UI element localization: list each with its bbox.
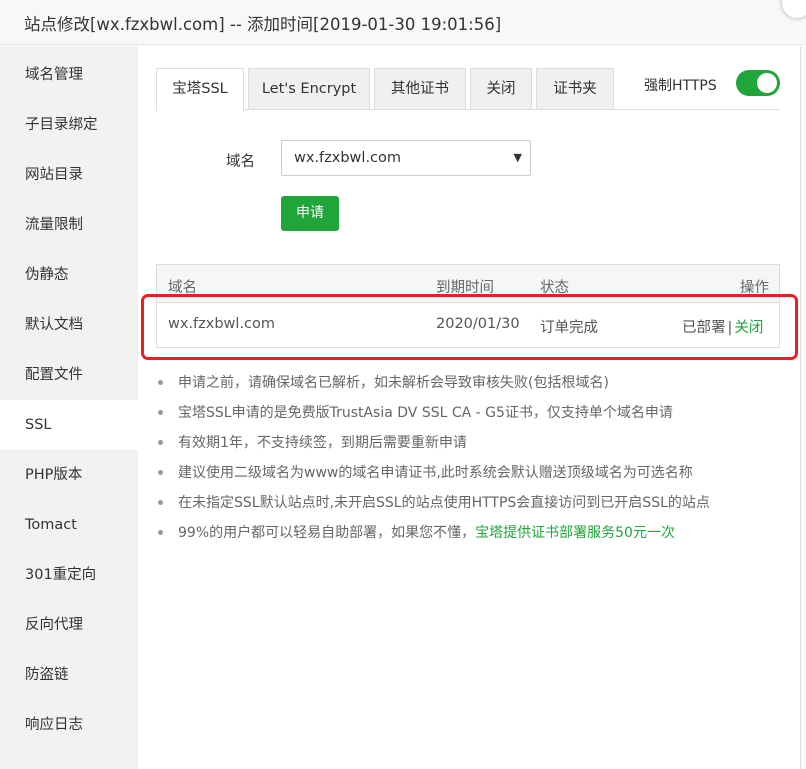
force-https-toggle[interactable] xyxy=(736,70,780,96)
note-text: 建议使用二级域名为www的域名申请证书,此时系统会默认赠送顶级域名为可选名称 xyxy=(178,465,693,481)
site-settings-dialog: 站点修改[wx.fzxbwl.com] -- 添加时间[2019-01-30 1… xyxy=(0,0,806,769)
dialog-close-icon[interactable] xyxy=(782,0,806,18)
dialog-title: 站点修改[wx.fzxbwl.com] -- 添加时间[2019-01-30 1… xyxy=(24,15,502,34)
domain-select[interactable]: wx.fzxbwl.com ▼ xyxy=(281,140,531,176)
sidebar-item-site-directory[interactable]: 网站目录 xyxy=(0,150,138,200)
tabs-divider xyxy=(156,109,780,110)
note-item: 申请之前，请确保域名已解析，如未解析会导致审核失败(包括根域名) xyxy=(154,368,794,398)
sidebar-item-hotlink-protection[interactable]: 防盗链 xyxy=(0,650,138,700)
bullet-icon xyxy=(158,530,163,535)
ssl-notes: 申请之前，请确保域名已解析，如未解析会导致审核失败(包括根域名) 宝塔SSL申请… xyxy=(154,368,794,548)
deploy-service-link[interactable]: 宝塔提供证书部署服务50元一次 xyxy=(475,525,675,541)
force-https-label: 强制HTTPS xyxy=(644,78,717,94)
tab-baota-ssl[interactable]: 宝塔SSL xyxy=(156,68,244,111)
sidebar-item-domain-management[interactable]: 域名管理 xyxy=(0,50,138,100)
sidebar-item-php-version[interactable]: PHP版本 xyxy=(0,450,138,500)
note-item: 宝塔SSL申请的是免费版TrustAsia DV SSL CA - G5证书，仅… xyxy=(154,398,794,428)
bullet-icon xyxy=(158,410,163,415)
sidebar-item-config-file[interactable]: 配置文件 xyxy=(0,350,138,400)
note-item: 99%的用户都可以轻易自助部署，如果您不懂，宝塔提供证书部署服务50元一次 xyxy=(154,518,794,548)
sidebar-item-reverse-proxy[interactable]: 反向代理 xyxy=(0,600,138,650)
sidebar-item-default-document[interactable]: 默认文档 xyxy=(0,300,138,350)
sidebar-item-tomcat[interactable]: Tomact xyxy=(0,500,138,550)
sidebar-item-subdirectory-binding[interactable]: 子目录绑定 xyxy=(0,100,138,150)
domain-label: 域名 xyxy=(226,154,255,170)
toggle-knob xyxy=(757,73,777,93)
tab-other-certificates[interactable]: 其他证书 xyxy=(374,68,466,110)
caret-down-icon: ▼ xyxy=(513,151,522,164)
sidebar: 域名管理 子目录绑定 网站目录 流量限制 伪静态 默认文档 配置文件 SSL P… xyxy=(0,46,138,769)
sidebar-item-ssl[interactable]: SSL xyxy=(0,400,138,450)
sidebar-item-response-log[interactable]: 响应日志 xyxy=(0,700,138,750)
sidebar-item-traffic-limit[interactable]: 流量限制 xyxy=(0,200,138,250)
note-text: 宝塔SSL申请的是免费版TrustAsia DV SSL CA - G5证书，仅… xyxy=(178,405,673,421)
note-item: 在未指定SSL默认站点时,未开启SSL的站点使用HTTPS会直接访问到已开启SS… xyxy=(154,488,794,518)
note-item: 建议使用二级域名为www的域名申请证书,此时系统会默认赠送顶级域名为可选名称 xyxy=(154,458,794,488)
dialog-titlebar: 站点修改[wx.fzxbwl.com] -- 添加时间[2019-01-30 1… xyxy=(0,0,806,45)
ssl-panel: 宝塔SSL Let's Encrypt 其他证书 关闭 证书夹 强制HTTPS … xyxy=(138,46,806,769)
tab-lets-encrypt[interactable]: Let's Encrypt xyxy=(248,68,370,110)
apply-button[interactable]: 申请 xyxy=(281,196,339,231)
note-text: 有效期1年，不支持续签，到期后需要重新申请 xyxy=(178,435,467,451)
domain-select-value: wx.fzxbwl.com xyxy=(294,150,402,166)
note-item: 有效期1年，不支持续签，到期后需要重新申请 xyxy=(154,428,794,458)
bullet-icon xyxy=(158,440,163,445)
note-text: 99%的用户都可以轻易自助部署，如果您不懂， xyxy=(178,525,476,541)
tab-close[interactable]: 关闭 xyxy=(470,68,532,110)
note-text: 在未指定SSL默认站点时,未开启SSL的站点使用HTTPS会直接访问到已开启SS… xyxy=(178,495,710,511)
bullet-icon xyxy=(158,500,163,505)
red-highlight-annotation xyxy=(141,294,798,360)
bullet-icon xyxy=(158,380,163,385)
sidebar-item-rewrite[interactable]: 伪静态 xyxy=(0,250,138,300)
background-window-edge xyxy=(800,46,806,769)
sidebar-item-301-redirect[interactable]: 301重定向 xyxy=(0,550,138,600)
bullet-icon xyxy=(158,470,163,475)
tab-certificate-folder[interactable]: 证书夹 xyxy=(536,68,614,110)
note-text: 申请之前，请确保域名已解析，如未解析会导致审核失败(包括根域名) xyxy=(178,375,609,391)
